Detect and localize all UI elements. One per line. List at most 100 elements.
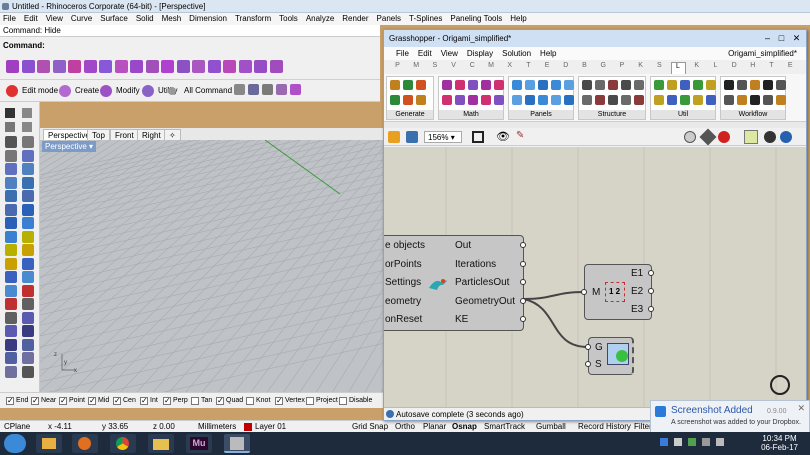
left-tool-icon[interactable] <box>22 203 34 216</box>
left-tool-icon[interactable] <box>22 136 34 148</box>
osnap-cen[interactable]: Cen <box>113 396 136 406</box>
component-icon[interactable] <box>621 80 631 90</box>
left-tool-icon[interactable] <box>22 190 34 202</box>
osnap-vertex[interactable]: Vertex <box>275 396 305 406</box>
osnap-checkbox[interactable] <box>246 397 254 405</box>
menu-item-mesh[interactable]: Mesh <box>162 14 182 23</box>
component-icon[interactable] <box>776 80 786 90</box>
preview-mesh-icon[interactable] <box>764 131 776 143</box>
left-tool-icon[interactable] <box>5 365 17 378</box>
osnap-checkbox[interactable] <box>191 397 199 405</box>
gh-tab-1[interactable]: M <box>409 62 424 69</box>
toolbar-tool-icon[interactable] <box>207 60 221 73</box>
osnap-checkbox[interactable] <box>339 397 347 405</box>
shaded-icon[interactable] <box>718 131 730 143</box>
create-button[interactable]: Create <box>57 84 99 98</box>
component-icon[interactable] <box>621 95 631 105</box>
tray-flag-icon[interactable] <box>674 438 682 446</box>
component-icon[interactable] <box>654 80 664 90</box>
rhino-taskbar-icon[interactable] <box>224 434 250 453</box>
component-icon[interactable] <box>442 95 452 105</box>
toolbar-tool-icon[interactable] <box>21 60 35 73</box>
gh-tab-12[interactable]: P <box>614 62 629 69</box>
component-icon[interactable] <box>737 80 747 90</box>
gh-tab-21[interactable]: E <box>783 62 798 69</box>
menu-item-help[interactable]: Help <box>510 14 526 23</box>
menu-item-t-splines[interactable]: T-Splines <box>409 14 442 23</box>
ribbon-group-label[interactable]: Math <box>439 110 503 119</box>
osnap-checkbox[interactable] <box>140 396 148 406</box>
add-viewport-tab-icon[interactable]: ✧ <box>164 129 181 140</box>
gh-tab-6[interactable]: X <box>502 62 517 69</box>
left-tool-icon[interactable] <box>5 257 17 270</box>
menu-item-curve[interactable]: Curve <box>71 14 92 23</box>
component-icon[interactable] <box>608 95 618 105</box>
toolbar-tool-icon[interactable] <box>52 60 66 73</box>
menu-item-paneling-tools[interactable]: Paneling Tools <box>450 14 502 23</box>
component-icon[interactable] <box>512 80 522 90</box>
osnap-mid[interactable]: Mid <box>88 396 109 406</box>
output-grip[interactable] <box>520 316 526 322</box>
component-icon[interactable] <box>416 95 426 105</box>
component-icon[interactable] <box>468 80 478 90</box>
left-tool-icon[interactable] <box>5 190 17 202</box>
component-icon[interactable] <box>455 95 465 105</box>
start-button[interactable] <box>4 434 26 453</box>
osnap-project[interactable]: Project <box>306 396 338 406</box>
component-icon[interactable] <box>693 95 703 105</box>
toolbar-tool-icon[interactable] <box>6 60 19 73</box>
osnap-checkbox[interactable] <box>6 396 14 406</box>
left-tool-icon[interactable] <box>5 163 17 175</box>
output-grip[interactable] <box>520 260 526 267</box>
kangaroo-solver-component[interactable]: e objects orPoints Settings eometry onReset O… <box>384 235 526 331</box>
left-tool-icon[interactable] <box>22 365 34 378</box>
component-icon[interactable] <box>442 80 452 90</box>
component-icon[interactable] <box>551 80 561 90</box>
output-grip[interactable] <box>520 242 526 248</box>
polyline-icon[interactable] <box>5 122 15 132</box>
component-icon[interactable] <box>724 95 734 105</box>
toolbar-tool-icon[interactable] <box>269 60 283 73</box>
menu-item-analyze[interactable]: Analyze <box>306 14 334 23</box>
component-icon[interactable] <box>416 80 426 90</box>
component-icon[interactable] <box>390 95 400 105</box>
close-button[interactable]: ✕ <box>790 32 803 44</box>
folder-icon[interactable] <box>148 434 174 453</box>
left-tool-icon[interactable] <box>22 271 34 283</box>
left-tool-icon[interactable] <box>5 338 17 351</box>
menu-item-panels[interactable]: Panels <box>377 14 401 23</box>
all-command-button[interactable]: All Command <box>166 84 232 98</box>
osnap-tan[interactable]: Tan <box>191 396 212 406</box>
menu-item-solid[interactable]: Solid <box>136 14 154 23</box>
gh-tab-16[interactable]: K <box>689 62 704 69</box>
gh-menu-help[interactable]: Help <box>540 49 556 58</box>
view-tool-icon[interactable] <box>234 84 245 95</box>
chrome-icon[interactable] <box>110 434 136 453</box>
component-icon[interactable] <box>551 95 561 105</box>
ribbon-group-label[interactable]: Workflow <box>721 110 785 119</box>
gh-tab-11[interactable]: G <box>596 62 611 69</box>
toolbar-tool-icon[interactable] <box>238 60 252 73</box>
component-icon[interactable] <box>763 80 773 90</box>
left-tool-icon[interactable] <box>5 149 17 162</box>
left-tool-icon[interactable] <box>22 257 34 270</box>
osnap-checkbox[interactable] <box>59 396 67 406</box>
component-icon[interactable] <box>654 95 664 105</box>
component-icon[interactable] <box>512 95 522 105</box>
toolbar-tool-icon[interactable] <box>161 60 174 73</box>
component-icon[interactable] <box>494 95 504 105</box>
select-arrow-icon[interactable] <box>5 108 15 118</box>
component-icon[interactable] <box>706 80 716 90</box>
dropbox-notification[interactable]: Screenshot Added 0.9.00 A screenshot was… <box>650 400 810 434</box>
left-tool-icon[interactable] <box>22 176 34 189</box>
toolbar-tool-icon[interactable] <box>192 60 205 73</box>
left-tool-icon[interactable] <box>5 203 17 216</box>
toolbar-tool-icon[interactable] <box>176 60 190 73</box>
save-file-icon[interactable] <box>406 131 418 143</box>
gh-tab-17[interactable]: L <box>708 62 723 69</box>
wireframe-icon[interactable] <box>699 128 717 146</box>
gh-menu-edit[interactable]: Edit <box>418 49 432 58</box>
menu-item-file[interactable]: File <box>3 14 16 23</box>
left-tool-icon[interactable] <box>5 311 17 324</box>
component-icon[interactable] <box>737 95 747 105</box>
